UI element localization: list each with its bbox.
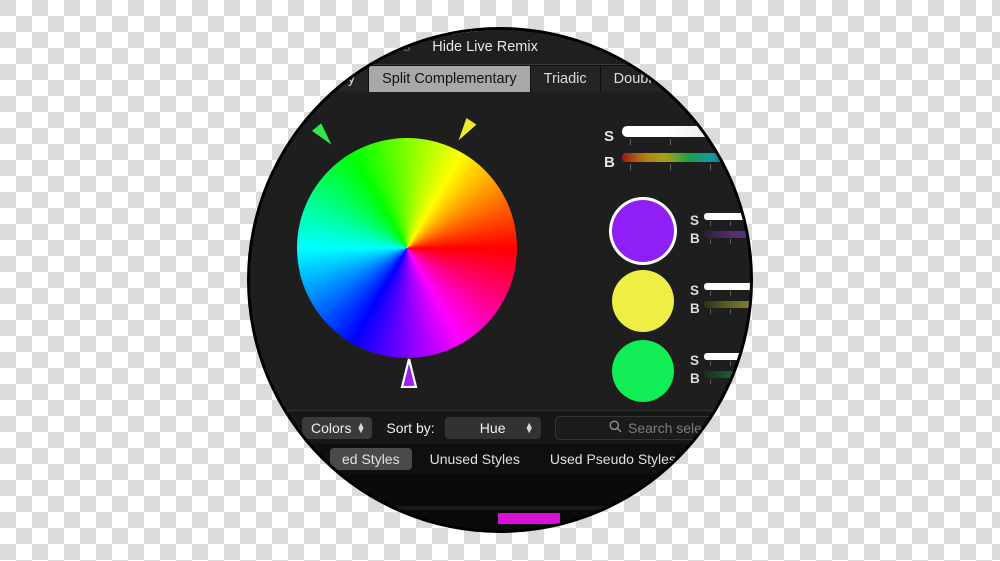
color-wheel-container [297, 117, 517, 388]
green-b-label: B [690, 371, 700, 386]
bottom-toolbar: Colors ▲ ▼ Sort by: Hue ▲ ▼ Search selec… [250, 410, 750, 445]
yellow-brightness-slider[interactable] [704, 301, 750, 308]
chevron-updown-icon[interactable]: ▲ ▼ [525, 421, 534, 435]
tab-double-complementary[interactable]: Double Comple [601, 66, 728, 92]
purple-s-line: S [690, 213, 750, 228]
brightness-gradient-overlay [622, 153, 750, 162]
yellow-b-label: B [690, 301, 700, 316]
swatch-row-purple: S B [604, 196, 750, 266]
sort-dropdown[interactable]: Hue ▲ ▼ [444, 417, 541, 439]
purple-s-label: S [690, 213, 700, 228]
tab-complementary[interactable]: ry [330, 66, 370, 92]
harmony-tab-strip: ry Split Complementary Triadic Double Co… [250, 66, 750, 92]
purple-brightness-slider[interactable] [704, 231, 750, 238]
global-s-label: S [604, 128, 615, 145]
green-b-ticks [704, 379, 750, 386]
purple-b-label: B [690, 231, 700, 246]
swatch-row-yellow: S B [604, 266, 750, 336]
app-window: s Hide Live Remix ry Split Complementary… [250, 30, 750, 530]
bottom-tab-used-pseudo-styles[interactable]: Used Pseudo Styles [538, 448, 688, 470]
global-slider-group: S B [604, 126, 750, 178]
menu-item-partial[interactable]: s [392, 39, 421, 55]
color-wheel[interactable] [297, 138, 517, 358]
green-swatch[interactable] [612, 340, 674, 402]
yellow-s-ticks [704, 291, 750, 298]
bottom-tab-unused-styles[interactable]: Unused Styles [418, 448, 532, 470]
purple-b-line: B [690, 231, 750, 246]
green-s-ticks [704, 361, 750, 368]
global-slider-row-b: B [604, 153, 750, 172]
circular-screenshot-mask: s Hide Live Remix ry Split Complementary… [250, 30, 750, 530]
sort-dropdown-value: Hue [479, 420, 506, 436]
menu-item-hide-live-remix[interactable]: Hide Live Remix [421, 39, 549, 55]
yellow-swatch[interactable] [612, 270, 674, 332]
yellow-saturation-slider[interactable] [704, 283, 750, 290]
sort-by-label: Sort by: [386, 420, 435, 436]
green-saturation-slider[interactable] [704, 353, 750, 360]
bottom-tab-unused-pseudo-styles[interactable]: Un [694, 448, 736, 470]
purple-b-ticks [704, 239, 750, 246]
green-b-line: B [690, 371, 750, 386]
global-b-ticks [622, 164, 750, 172]
tab-triadic[interactable]: Triadic [531, 66, 601, 92]
yellow-s-line: S [690, 283, 750, 298]
purple-s-ticks [704, 221, 750, 228]
search-selectors-field[interactable]: Search selectors [554, 416, 750, 440]
swatch-list: S B S B S B [604, 196, 750, 406]
global-slider-row-s: S [604, 126, 750, 147]
bottom-tab-used-styles[interactable]: ed Styles [330, 448, 412, 470]
global-s-ticks [622, 139, 750, 147]
green-s-label: S [690, 353, 700, 368]
magenta-accent-bar [498, 513, 560, 524]
green-brightness-slider[interactable] [704, 371, 750, 378]
yellow-s-label: S [690, 283, 700, 298]
swatch-row-green: S B [604, 336, 750, 406]
global-b-label: B [604, 154, 615, 171]
search-placeholder-text: Search selectors [628, 420, 733, 436]
stepper-icon[interactable]: ▲ ▼ [356, 421, 365, 435]
menu-bar: s Hide Live Remix [250, 30, 750, 65]
global-saturation-slider[interactable] [622, 126, 750, 137]
global-brightness-slider[interactable] [622, 153, 750, 162]
purple-swatch[interactable] [612, 200, 674, 262]
search-icon [609, 420, 622, 436]
colors-button-label: Colors [311, 420, 352, 436]
lower-pane-divider [250, 506, 750, 510]
bottom-tab-strip: ed Styles Unused Styles Used Pseudo Styl… [250, 444, 750, 474]
green-s-line: S [690, 353, 750, 368]
yellow-b-line: B [690, 301, 750, 316]
purple-saturation-slider[interactable] [704, 213, 750, 220]
tab-split-complementary[interactable]: Split Complementary [369, 66, 531, 92]
wheel-marker-purple[interactable] [400, 358, 418, 388]
yellow-b-ticks [704, 309, 750, 316]
colors-button[interactable]: Colors ▲ ▼ [302, 417, 373, 439]
